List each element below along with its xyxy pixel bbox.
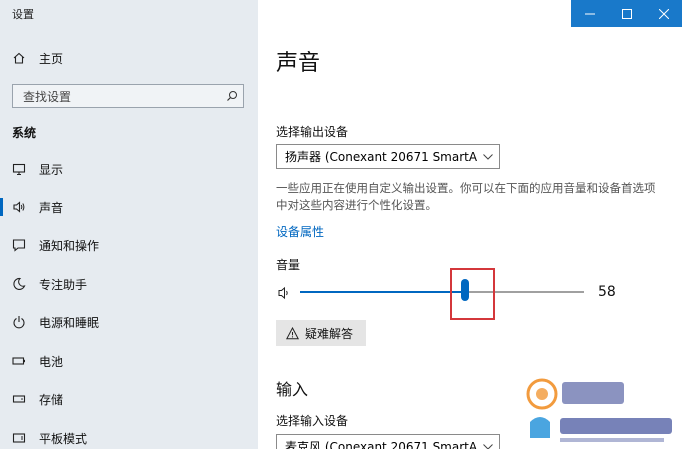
volume-slider-fill[interactable] bbox=[300, 291, 465, 293]
speaker-icon bbox=[12, 200, 26, 214]
sidebar-item-label: 平板模式 bbox=[39, 431, 88, 446]
sidebar-item-label: 主页 bbox=[39, 51, 64, 66]
input-device-dropdown[interactable]: 麦克风 (Conexant 20671 SmartAu bbox=[276, 434, 500, 449]
sidebar: 设置 主页 查找设置 系统 显示 声音 通知和操作 专注助手 电源和睡眠 电池 … bbox=[0, 0, 258, 449]
output-device-value: 扬声器 (Conexant 20671 SmartAu bbox=[285, 150, 477, 164]
sidebar-item-label: 电源和睡眠 bbox=[39, 315, 100, 330]
close-icon bbox=[658, 8, 669, 19]
close-button[interactable] bbox=[645, 0, 682, 27]
titlebar-buttons bbox=[571, 0, 682, 27]
sidebar-item-label: 存储 bbox=[39, 392, 64, 407]
sidebar-item-display[interactable]: 显示 bbox=[0, 154, 258, 184]
minimize-icon bbox=[584, 13, 595, 14]
volume-value: 58 bbox=[598, 284, 616, 300]
sidebar-item-label: 电池 bbox=[39, 354, 64, 369]
sidebar-item-storage[interactable]: 存储 bbox=[0, 384, 258, 414]
search-input[interactable]: 查找设置 bbox=[12, 84, 244, 108]
sidebar-item-label: 专注助手 bbox=[39, 277, 88, 292]
chevron-down-icon bbox=[477, 443, 499, 449]
input-heading: 输入 bbox=[276, 380, 309, 399]
moon-icon bbox=[12, 277, 26, 291]
troubleshoot-label: 疑难解答 bbox=[305, 326, 354, 341]
main-content: 声音 选择输出设备 扬声器 (Conexant 20671 SmartAu 一些… bbox=[258, 0, 682, 449]
monitor-icon bbox=[12, 162, 26, 176]
sidebar-item-sound[interactable]: 声音 bbox=[0, 192, 258, 222]
sidebar-item-label: 通知和操作 bbox=[39, 238, 100, 253]
sidebar-item-notifications[interactable]: 通知和操作 bbox=[0, 230, 258, 260]
battery-icon bbox=[12, 354, 26, 368]
home-icon bbox=[12, 51, 26, 65]
maximize-icon bbox=[621, 8, 632, 19]
search-icon[interactable] bbox=[221, 85, 243, 107]
output-description: 一些应用正在使用自定义输出设置。你可以在下面的应用音量和设备首选项中对这些内容进… bbox=[276, 181, 656, 212]
sidebar-item-power-sleep[interactable]: 电源和睡眠 bbox=[0, 307, 258, 337]
sidebar-item-tablet-mode[interactable]: 平板模式 bbox=[0, 423, 258, 449]
highlight-box bbox=[450, 268, 495, 320]
sidebar-item-home[interactable]: 主页 bbox=[0, 43, 258, 73]
minimize-button[interactable] bbox=[571, 0, 608, 27]
chevron-down-icon bbox=[477, 153, 499, 160]
input-device-label: 选择输入设备 bbox=[276, 414, 349, 428]
maximize-button[interactable] bbox=[608, 0, 645, 27]
sidebar-item-label: 显示 bbox=[39, 162, 64, 177]
storage-icon bbox=[12, 392, 26, 406]
section-title: 系统 bbox=[12, 126, 37, 140]
power-icon bbox=[12, 315, 26, 329]
app-title: 设置 bbox=[12, 8, 34, 21]
tablet-icon bbox=[12, 431, 26, 445]
sidebar-item-battery[interactable]: 电池 bbox=[0, 346, 258, 376]
sidebar-item-label: 声音 bbox=[39, 200, 64, 215]
output-device-label: 选择输出设备 bbox=[276, 125, 349, 139]
selection-indicator bbox=[0, 198, 3, 216]
warning-icon bbox=[286, 326, 299, 339]
page-title: 声音 bbox=[276, 51, 321, 76]
input-device-value: 麦克风 (Conexant 20671 SmartAu bbox=[285, 440, 477, 449]
device-properties-link[interactable]: 设备属性 bbox=[276, 223, 324, 240]
sidebar-item-focus-assist[interactable]: 专注助手 bbox=[0, 269, 258, 299]
output-device-dropdown[interactable]: 扬声器 (Conexant 20671 SmartAu bbox=[276, 144, 500, 169]
volume-label: 音量 bbox=[276, 258, 301, 272]
notification-icon bbox=[12, 238, 26, 252]
troubleshoot-button[interactable]: 疑难解答 bbox=[276, 320, 366, 346]
volume-icon[interactable] bbox=[278, 286, 294, 300]
watermark-logo bbox=[526, 378, 672, 442]
search-placeholder: 查找设置 bbox=[23, 89, 72, 104]
